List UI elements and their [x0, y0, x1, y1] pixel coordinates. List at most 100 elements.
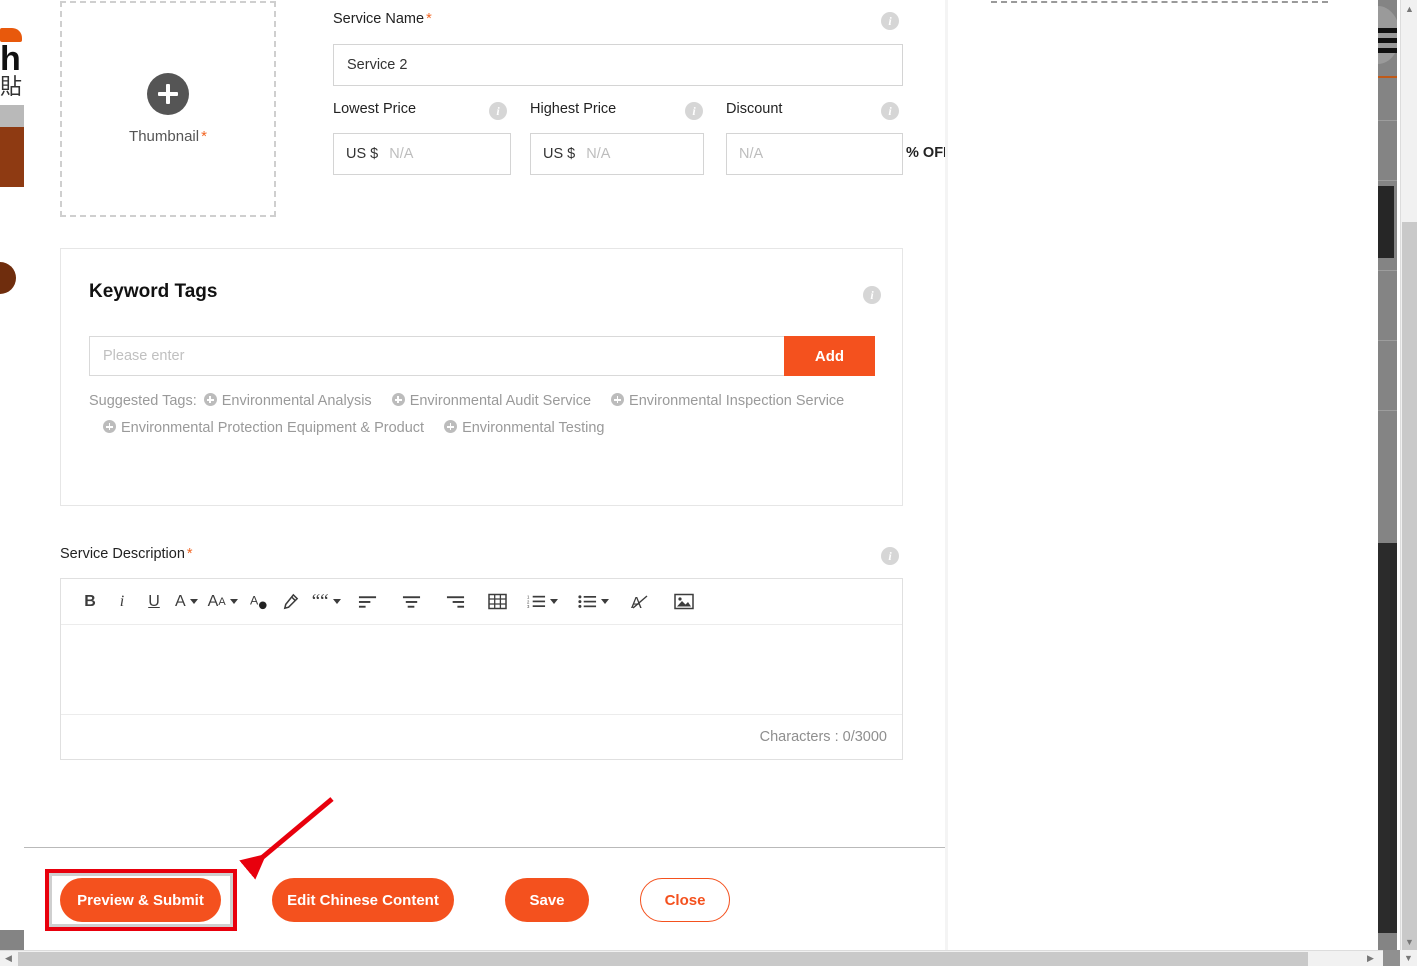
plus-icon	[611, 393, 625, 406]
vertical-scrollbar-thumb[interactable]	[1402, 222, 1417, 950]
plus-icon	[203, 393, 217, 406]
right-gutter	[945, 0, 1378, 950]
unordered-list-icon[interactable]	[577, 587, 609, 617]
horizontal-scrollbar[interactable]: ◀ ▶	[0, 950, 1400, 966]
lowest-price-field[interactable]: US $	[333, 133, 511, 175]
modal-body: Thumbnail* Service Name* i Lowest Price …	[24, 0, 945, 847]
service-edit-modal: Thumbnail* Service Name* i Lowest Price …	[24, 0, 945, 930]
thumbnail-label-text: Thumbnail	[129, 128, 200, 145]
service-description-label-text: Service Description	[60, 546, 185, 562]
editor-toolbar: B i U A AA A ““ 1 2 3 A	[61, 579, 902, 625]
scrollbar-corner-arrow[interactable]: ▼	[1400, 950, 1417, 966]
align-center-icon[interactable]	[401, 587, 423, 617]
discount-field[interactable]	[726, 133, 903, 175]
thumbnail-upload-area[interactable]: Thumbnail *	[60, 1, 276, 217]
highest-price-field[interactable]: US $	[530, 133, 704, 175]
dashed-divider	[991, 1, 1328, 3]
discount-input[interactable]	[727, 145, 902, 163]
service-name-label: Service Name *	[333, 11, 432, 27]
save-button[interactable]: Save	[505, 878, 589, 922]
font-size-icon[interactable]: AA	[208, 587, 238, 617]
scroll-up-icon[interactable]: ▲	[1401, 0, 1417, 17]
service-description-required-mark: *	[186, 546, 193, 562]
suggested-tag[interactable]: Environmental Inspection Service	[611, 388, 844, 415]
background-right-seam-5	[1378, 410, 1397, 411]
background-right-seam-3	[1378, 270, 1397, 271]
service-name-required-mark: *	[426, 11, 432, 27]
footer-divider	[24, 847, 945, 848]
suggested-tag[interactable]: Environmental Analysis	[203, 388, 372, 415]
close-button[interactable]: Close	[640, 878, 730, 922]
font-color-icon[interactable]: A	[175, 587, 198, 617]
add-keyword-button[interactable]: Add	[784, 336, 875, 376]
suggested-tag-label: Environmental Audit Service	[409, 393, 592, 409]
info-icon[interactable]: i	[881, 547, 899, 565]
scroll-right-icon[interactable]: ▶	[1362, 951, 1379, 966]
discount-suffix: % OFF	[906, 145, 945, 161]
italic-icon[interactable]: i	[111, 587, 133, 617]
vertical-scrollbar[interactable]: ▲ ▼	[1400, 0, 1417, 950]
background-right-rule	[1378, 76, 1397, 78]
suggested-tag-label: Environmental Protection Equipment & Pro…	[121, 420, 425, 436]
background-right-circle	[1378, 6, 1397, 64]
horizontal-scrollbar-thumb[interactable]	[18, 952, 1308, 966]
ordered-list-icon[interactable]: 123	[527, 587, 558, 617]
background-right-line-2	[1378, 38, 1397, 43]
suggested-tag-label: Environmental Inspection Service	[629, 393, 845, 409]
bold-icon[interactable]: B	[79, 587, 101, 617]
info-icon[interactable]: i	[881, 102, 899, 120]
suggested-tag-label: Environmental Analysis	[221, 393, 372, 409]
highest-price-input[interactable]	[584, 145, 703, 163]
background-left-heading: h	[0, 40, 21, 78]
editor-character-counter: Characters : 0/3000	[61, 714, 902, 759]
lowest-price-label: Lowest Price	[333, 101, 417, 117]
background-page-right	[1378, 0, 1397, 950]
underline-icon[interactable]: U	[143, 587, 165, 617]
highlighter-icon[interactable]	[280, 587, 302, 617]
thumbnail-required-mark: *	[201, 128, 207, 145]
right-gutter-panel	[945, 0, 1378, 950]
suggested-tag[interactable]: Environmental Testing	[444, 415, 604, 442]
info-icon[interactable]: i	[685, 102, 703, 120]
blockquote-icon[interactable]: ““	[312, 587, 341, 617]
svg-text:A: A	[631, 595, 642, 611]
suggested-tags-row: Suggested Tags: Environmental Analysis Env…	[89, 388, 879, 442]
background-right-dark-panel	[1378, 543, 1397, 933]
highest-price-label: Highest Price	[530, 101, 617, 117]
preview-submit-button[interactable]: Preview & Submit	[60, 878, 221, 922]
keyword-tags-input[interactable]	[89, 336, 784, 376]
plus-icon	[444, 420, 458, 433]
text-fill-icon[interactable]: A	[248, 587, 270, 617]
insert-image-icon[interactable]	[673, 587, 695, 617]
info-icon[interactable]: i	[489, 102, 507, 120]
align-right-icon[interactable]	[445, 587, 467, 617]
service-name-label-text: Service Name	[333, 11, 425, 27]
lowest-price-currency: US $	[346, 146, 379, 162]
svg-text:3: 3	[527, 604, 530, 609]
plus-icon	[391, 393, 405, 406]
thumbnail-upload-inner: Thumbnail *	[62, 3, 274, 215]
service-name-input[interactable]	[333, 44, 903, 86]
background-right-dark-block	[1378, 186, 1394, 258]
suggested-tag[interactable]: Environmental Protection Equipment & Pro…	[103, 415, 424, 442]
keyword-tags-card: Keyword Tags i Add Suggested Tags: Enviro…	[60, 248, 903, 506]
modal-edge-shadow	[945, 0, 948, 950]
scroll-down-icon[interactable]: ▼	[1401, 933, 1417, 950]
edit-chinese-content-button[interactable]: Edit Chinese Content	[272, 878, 454, 922]
background-right-line-3	[1378, 48, 1397, 53]
scrollbar-corner	[1383, 950, 1400, 966]
highest-price-currency: US $	[543, 146, 576, 162]
suggested-tag[interactable]: Environmental Audit Service	[391, 388, 592, 415]
clear-format-icon[interactable]: A	[629, 587, 651, 617]
lowest-price-input[interactable]	[387, 145, 510, 163]
background-right-line-1	[1378, 28, 1397, 33]
info-icon[interactable]: i	[881, 12, 899, 30]
suggested-tags-label: Suggested Tags:	[89, 393, 197, 409]
discount-label: Discount	[726, 101, 783, 117]
align-left-icon[interactable]	[357, 587, 379, 617]
scroll-left-icon[interactable]: ◀	[0, 951, 17, 966]
table-icon[interactable]	[487, 587, 509, 617]
thumbnail-label: Thumbnail *	[129, 128, 207, 145]
editor-content-area[interactable]	[61, 625, 902, 714]
info-icon[interactable]: i	[863, 286, 881, 304]
